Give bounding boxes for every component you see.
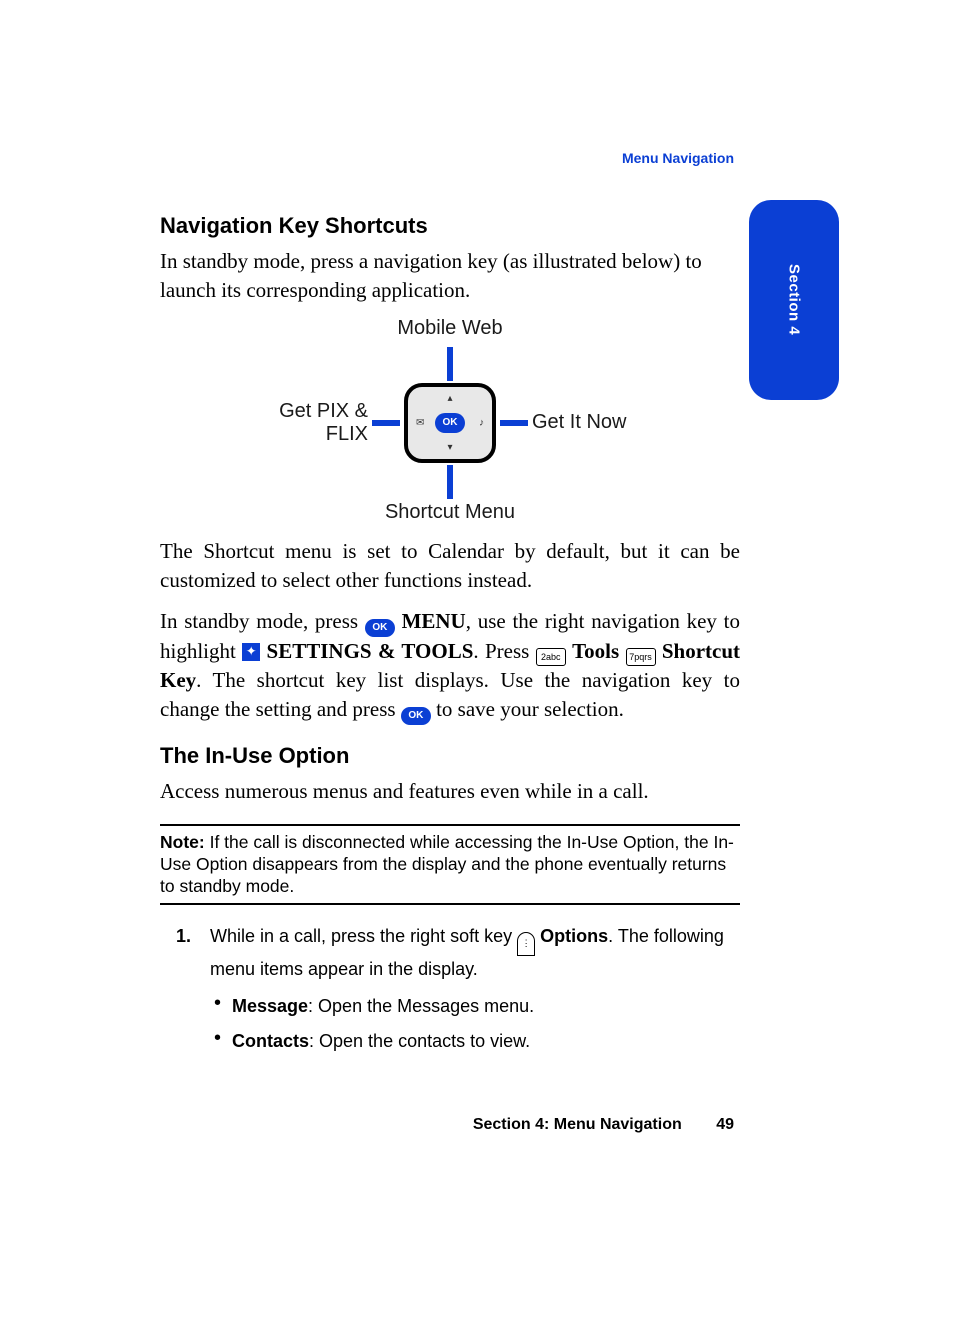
- connector-left: [372, 420, 400, 426]
- bold-message: Message: [232, 996, 308, 1016]
- bold-tools: Tools: [572, 639, 619, 663]
- step-number: 1.: [176, 923, 191, 950]
- note-block: Note: If the call is disconnected while …: [160, 824, 740, 906]
- key-7-icon: 7pqrs: [626, 648, 656, 666]
- paragraph-intro: In standby mode, press a navigation key …: [160, 247, 740, 305]
- dpad-icon: ▴ ▾ ✉ ♪ OK: [404, 383, 496, 463]
- content-area: Navigation Key Shortcuts In standby mode…: [160, 150, 740, 1055]
- bold-options: Options: [540, 926, 608, 946]
- step-1: 1. While in a call, press the right soft…: [210, 923, 740, 1055]
- bullet-list: Message: Open the Messages menu. Contact…: [210, 993, 740, 1055]
- dpad-down-icon: ▾: [447, 442, 452, 453]
- paragraph-instructions: In standby mode, press OK MENU, use the …: [160, 607, 740, 725]
- heading-nav-shortcuts: Navigation Key Shortcuts: [160, 213, 740, 239]
- dpad-ok-button: OK: [435, 413, 465, 433]
- bold-menu: MENU: [402, 609, 466, 633]
- ok-key-icon: OK: [365, 619, 395, 637]
- text-fragment: : Open the Messages menu.: [308, 996, 534, 1016]
- text-fragment: : Open the contacts to view.: [309, 1031, 530, 1051]
- bullet-message: Message: Open the Messages menu.: [232, 993, 740, 1020]
- dpad-left-icon: ✉: [416, 417, 424, 428]
- dpad-up-icon: ▴: [447, 393, 452, 404]
- connector-right: [500, 420, 528, 426]
- connector-bottom: [447, 465, 453, 499]
- text-fragment: In standby mode, press: [160, 609, 365, 633]
- footer: Section 4: Menu Navigation 49: [473, 1116, 734, 1134]
- diagram-label-right: Get It Now: [532, 411, 660, 434]
- bold-settings: SETTINGS & TOOLS: [267, 639, 474, 663]
- page: Menu Navigation Section 4 Navigation Key…: [0, 0, 954, 1319]
- diagram-label-bottom: Shortcut Menu: [240, 501, 660, 529]
- text-fragment: . Press: [473, 639, 535, 663]
- page-number: 49: [716, 1116, 734, 1133]
- section-tab-label: Section 4: [786, 264, 803, 335]
- nav-diagram: Mobile Web Get PIX & FLIX ▴ ▾ ✉ ♪ OK Get…: [240, 317, 660, 529]
- note-text: If the call is disconnected while access…: [160, 832, 734, 896]
- paragraph-shortcut-default: The Shortcut menu is set to Calendar by …: [160, 537, 740, 595]
- connector-top: [447, 347, 453, 381]
- note-label: Note:: [160, 832, 205, 852]
- ok-key-icon: OK: [401, 707, 431, 725]
- text-fragment: While in a call, press the right soft ke…: [210, 926, 517, 946]
- section-tab: Section 4: [749, 200, 839, 400]
- heading-in-use: The In-Use Option: [160, 743, 740, 769]
- text-fragment: to save your selection.: [431, 697, 624, 721]
- diagram-label-left: Get PIX & FLIX: [240, 400, 368, 446]
- paragraph-in-use-intro: Access numerous menus and features even …: [160, 777, 740, 806]
- dpad-right-icon: ♪: [479, 417, 484, 428]
- key-2-icon: 2abc: [536, 648, 566, 666]
- running-header: Menu Navigation: [622, 150, 734, 166]
- diagram-label-top: Mobile Web: [240, 317, 660, 345]
- settings-tools-icon: [242, 643, 260, 661]
- right-softkey-icon: ⋮: [517, 932, 535, 956]
- steps-list: 1. While in a call, press the right soft…: [160, 923, 740, 1055]
- footer-title: Section 4: Menu Navigation: [473, 1116, 682, 1133]
- bold-contacts: Contacts: [232, 1031, 309, 1051]
- bullet-contacts: Contacts: Open the contacts to view.: [232, 1028, 740, 1055]
